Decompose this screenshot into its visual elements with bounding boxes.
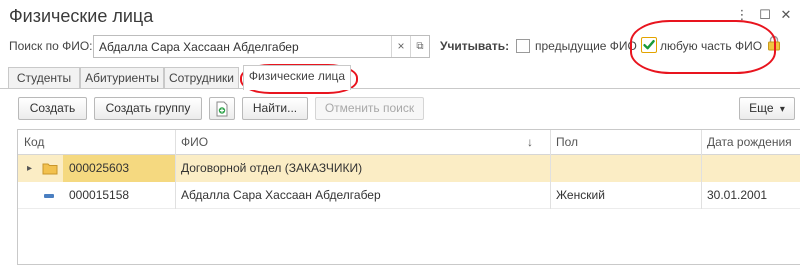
- table-row[interactable]: ▸ 000025603 Договорной отдел (ЗАКАЗЧИКИ): [18, 155, 800, 182]
- more-button-label: Еще: [749, 101, 774, 115]
- cancel-search-button[interactable]: Отменить поиск: [315, 97, 424, 120]
- column-header-fio-label: ФИО: [181, 135, 209, 149]
- column-header-fio[interactable]: ФИО ↓: [175, 130, 550, 154]
- tab-applicants[interactable]: Абитуриенты: [80, 67, 164, 89]
- table-header: Код ФИО ↓ Пол Дата рождения: [18, 130, 800, 155]
- column-divider: [701, 130, 702, 209]
- more-arrow-icon: ▾: [779, 104, 785, 115]
- cell-fio: Абдалла Сара Хассаан Абделгабер: [181, 188, 381, 202]
- maximize-icon[interactable]: ☐: [756, 6, 774, 24]
- close-icon[interactable]: ✕: [777, 6, 795, 24]
- column-header-birth-date[interactable]: Дата рождения: [701, 130, 800, 154]
- cell-birth-date: 30.01.2001: [707, 188, 768, 202]
- expand-arrow-icon[interactable]: ▸: [27, 155, 32, 182]
- tab-employees[interactable]: Сотрудники: [164, 67, 239, 89]
- column-header-gender[interactable]: Пол: [550, 130, 701, 154]
- create-button[interactable]: Создать: [18, 97, 87, 120]
- cell-gender: [550, 155, 701, 182]
- tab-individuals[interactable]: Физические лица: [243, 65, 351, 90]
- cell-birth-date: [701, 155, 800, 182]
- tab-bar: Студенты Абитуриенты Сотрудники Физическ…: [0, 65, 800, 90]
- cell-fio: Договорной отдел (ЗАКАЗЧИКИ): [181, 161, 363, 175]
- cell-code: 000015158: [69, 188, 130, 202]
- sort-arrow-icon: ↓: [527, 135, 533, 149]
- cell-gender: Женский: [556, 188, 605, 202]
- search-input[interactable]: [94, 36, 389, 57]
- consider-label: Учитывать:: [440, 39, 510, 53]
- search-label: Поиск по ФИО:: [9, 39, 93, 53]
- tab-students[interactable]: Студенты: [8, 67, 80, 89]
- copy-button[interactable]: [209, 97, 235, 120]
- find-button[interactable]: Найти...: [242, 97, 308, 120]
- tab-divider: [0, 88, 800, 89]
- create-group-button[interactable]: Создать группу: [94, 97, 202, 120]
- table-row[interactable]: 000015158 Абдалла Сара Хассаан Абделгабе…: [18, 182, 800, 209]
- clear-search-icon[interactable]: ×: [391, 36, 410, 57]
- column-divider: [550, 130, 551, 209]
- copy-doc-icon: [216, 101, 228, 117]
- previous-fio-checkbox[interactable]: [516, 39, 530, 53]
- individuals-table: Код ФИО ↓ Пол Дата рождения ▸ 000025603 …: [17, 129, 800, 265]
- column-header-code[interactable]: Код: [18, 130, 175, 154]
- open-form-icon[interactable]: ⧉: [410, 36, 429, 57]
- person-item-icon: [44, 194, 54, 198]
- window-title: Физические лица: [9, 6, 154, 26]
- folder-icon: [42, 163, 58, 175]
- cell-code: 000025603: [63, 155, 175, 182]
- previous-fio-label: предыдущие ФИО: [535, 39, 637, 53]
- search-field: × ⧉: [93, 35, 430, 58]
- more-button[interactable]: Еще ▾: [739, 97, 795, 120]
- column-divider: [175, 130, 176, 209]
